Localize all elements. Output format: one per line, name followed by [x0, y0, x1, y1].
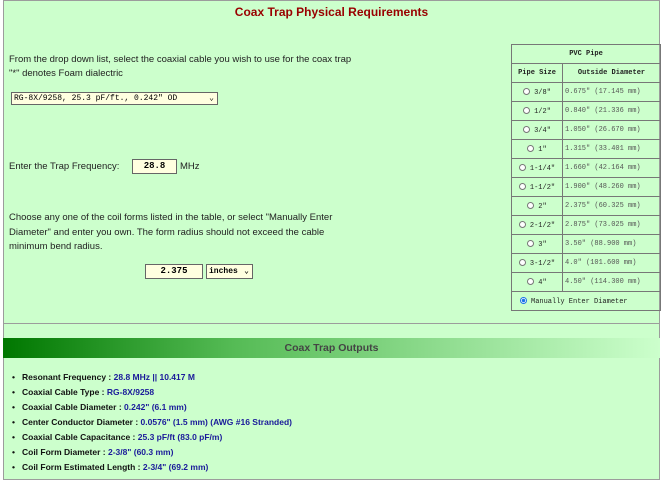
radio-button[interactable] — [527, 144, 535, 152]
pvc-table-title: PVC Pipe — [511, 44, 661, 64]
pipe-size: 2-1/2" — [529, 221, 556, 230]
diameter-input[interactable]: 2.375 — [145, 264, 203, 279]
list-item: Coaxial Cable Diameter : 0.242" (6.1 mm) — [12, 400, 292, 415]
pipe-size: 1-1/2" — [529, 183, 556, 192]
manual-diameter-label: Manually Enter Diameter — [531, 297, 628, 306]
pipe-size: 2" — [538, 202, 547, 211]
pipe-size: 1" — [538, 145, 547, 154]
output-label: Coil Form Estimated Length : — [21, 462, 141, 472]
frequency-label: Enter the Trap Frequency: — [9, 161, 120, 172]
radio-button[interactable] — [518, 163, 526, 171]
outputs-list: Resonant Frequency : 28.8 MHz || 10.417 … — [12, 370, 292, 475]
pipe-size: 3/4" — [534, 126, 551, 135]
output-label: Center Conductor Diameter : — [21, 417, 139, 427]
pipe-row[interactable]: 3" 3.50" (88.900 mm) — [511, 234, 661, 254]
radio-button[interactable] — [518, 182, 526, 190]
pipe-size: 3/8" — [534, 88, 551, 97]
output-label: Coil Form Diameter : — [21, 447, 106, 457]
radio-button[interactable] — [523, 106, 531, 114]
radio-button[interactable] — [518, 220, 526, 228]
outside-diameter: 4.0" (101.600 mm) — [562, 253, 661, 273]
output-value: 2-3/4" (69.2 mm) — [142, 462, 209, 472]
pipe-size: 3-1/2" — [529, 259, 556, 268]
output-label: Coaxial Cable Diameter : — [21, 402, 122, 412]
list-item: Center Conductor Diameter : 0.0576" (1.5… — [12, 415, 292, 430]
list-item: Coil Form Diameter : 2-3/8" (60.3 mm) — [12, 445, 292, 460]
list-item: Coil Form Estimated Length : 2-3/4" (69.… — [12, 460, 292, 475]
coil-instructions-3: minimum bend radius. — [9, 241, 103, 252]
outputs-header: Coax Trap Outputs — [3, 338, 660, 358]
pipe-row[interactable]: 3-1/2" 4.0" (101.600 mm) — [511, 253, 661, 273]
coil-instructions-1: Choose any one of the coil forms listed … — [9, 212, 333, 223]
output-value: 28.8 MHz || 10.417 M — [113, 372, 195, 382]
pipe-row[interactable]: 4" 4.50" (114.300 mm) — [511, 272, 661, 292]
manual-diameter-radio[interactable] — [520, 296, 527, 304]
pipe-row[interactable]: 2" 2.375" (60.325 mm) — [511, 196, 661, 216]
outside-diameter: 0.675" (17.145 mm) — [562, 82, 661, 102]
pipe-row[interactable]: 2-1/2" 2.875" (73.025 mm) — [511, 215, 661, 235]
radio-button[interactable] — [527, 201, 535, 209]
output-value: 0.0576" (1.5 mm) (AWG #16 Stranded) — [140, 417, 292, 427]
foam-note: "*" denotes Foam dialectric — [9, 68, 123, 79]
output-label: Coaxial Cable Capacitance : — [21, 432, 136, 442]
cable-select[interactable]: RG-8X/9258, 25.3 pF/ft., 0.242" OD ⌄ — [11, 92, 218, 105]
outside-diameter: 0.840" (21.336 mm) — [562, 101, 661, 121]
output-value: 2-3/8" (60.3 mm) — [107, 447, 174, 457]
outside-diameter: 1.900" (48.260 mm) — [562, 177, 661, 197]
list-item: Resonant Frequency : 28.8 MHz || 10.417 … — [12, 370, 292, 385]
radio-button[interactable] — [527, 239, 535, 247]
col-pipe-size: Pipe Size — [511, 63, 563, 83]
pipe-row[interactable]: 3/8" 0.675" (17.145 mm) — [511, 82, 661, 102]
pipe-size: 1-1/4" — [529, 164, 556, 173]
section-divider — [4, 323, 659, 324]
outside-diameter: 2.875" (73.025 mm) — [562, 215, 661, 235]
pipe-size: 1/2" — [534, 107, 551, 116]
output-label: Resonant Frequency : — [21, 372, 112, 382]
unit-select-value: inches — [209, 267, 238, 276]
outside-diameter: 3.50" (88.900 mm) — [562, 234, 661, 254]
frequency-unit: MHz — [180, 161, 200, 172]
outside-diameter: 4.50" (114.300 mm) — [562, 272, 661, 292]
pipe-row[interactable]: 1-1/4" 1.660" (42.164 mm) — [511, 158, 661, 178]
outside-diameter: 1.315" (33.401 mm) — [562, 139, 661, 159]
output-label: Coaxial Cable Type : — [21, 387, 105, 397]
coil-instructions-2: Diameter" and enter you own. The form ra… — [9, 227, 325, 238]
radio-button[interactable] — [527, 277, 535, 285]
frequency-input[interactable]: 28.8 — [132, 159, 177, 174]
radio-button[interactable] — [518, 258, 526, 266]
chevron-down-icon: ⌄ — [209, 94, 214, 103]
chevron-down-icon: ⌄ — [244, 267, 249, 276]
col-outside-diameter: Outside Diameter — [562, 63, 661, 83]
outputs-title: Coax Trap Outputs — [284, 342, 379, 354]
manual-diameter-row[interactable]: Manually Enter Diameter — [511, 291, 661, 311]
output-value: 25.3 pF/ft (83.0 pF/m) — [137, 432, 223, 442]
pipe-row[interactable]: 3/4" 1.050" (26.670 mm) — [511, 120, 661, 140]
outside-diameter: 1.660" (42.164 mm) — [562, 158, 661, 178]
intro-text: From the drop down list, select the coax… — [9, 54, 352, 65]
outside-diameter: 2.375" (60.325 mm) — [562, 196, 661, 216]
radio-button[interactable] — [523, 87, 531, 95]
list-item: Coaxial Cable Type : RG-8X/9258 — [12, 385, 292, 400]
pipe-row[interactable]: 1/2" 0.840" (21.336 mm) — [511, 101, 661, 121]
list-item: Coaxial Cable Capacitance : 25.3 pF/ft (… — [12, 430, 292, 445]
pipe-size: 4" — [538, 278, 547, 287]
unit-select[interactable]: inches ⌄ — [206, 264, 253, 279]
pipe-row[interactable]: 1" 1.315" (33.401 mm) — [511, 139, 661, 159]
pvc-pipe-table: PVC Pipe Pipe Size Outside Diameter 3/8"… — [511, 44, 661, 311]
outside-diameter: 1.050" (26.670 mm) — [562, 120, 661, 140]
pipe-row[interactable]: 1-1/2" 1.900" (48.260 mm) — [511, 177, 661, 197]
cable-select-value: RG-8X/9258, 25.3 pF/ft., 0.242" OD — [14, 94, 178, 103]
output-value: 0.242" (6.1 mm) — [124, 402, 187, 412]
pipe-size: 3" — [538, 240, 547, 249]
page-title: Coax Trap Physical Requirements — [234, 5, 429, 19]
radio-button[interactable] — [523, 125, 531, 133]
output-value: RG-8X/9258 — [106, 387, 155, 397]
